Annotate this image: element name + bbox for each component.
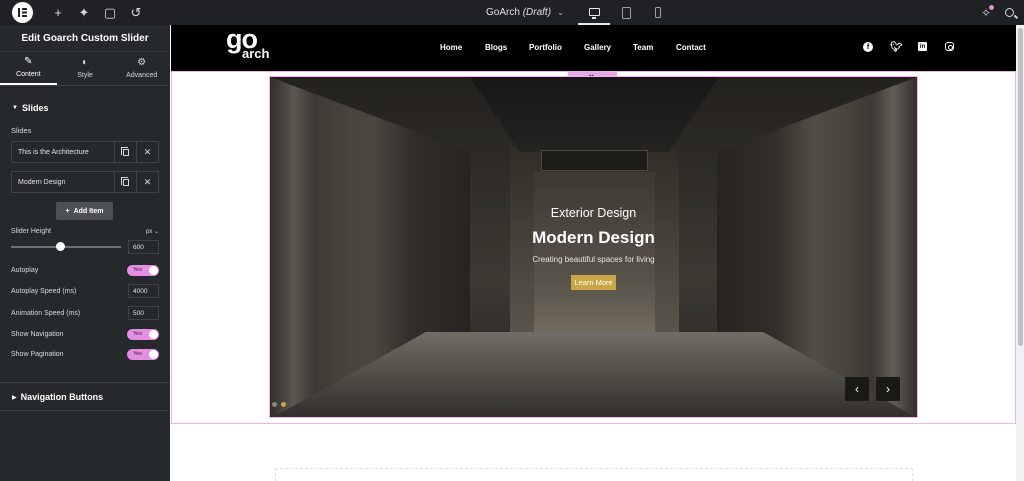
repeater-item[interactable]: This is the Architecture ✕ bbox=[11, 141, 159, 163]
slider-prev-button[interactable]: ‹ bbox=[845, 377, 869, 401]
chevron-right-icon: › bbox=[886, 382, 890, 396]
show-pagination-toggle[interactable]: Yes bbox=[127, 348, 159, 360]
repeater-item[interactable]: Modern Design ✕ bbox=[11, 171, 159, 193]
next-section-placeholder bbox=[275, 468, 913, 481]
responsive-mode-switcher bbox=[578, 0, 674, 25]
remove-button[interactable]: ✕ bbox=[136, 172, 158, 192]
autoplay-toggle[interactable]: Yes bbox=[127, 264, 159, 276]
animation-speed-input[interactable]: 500 bbox=[128, 306, 159, 320]
autoplay-label: Autoplay bbox=[11, 266, 39, 274]
tab-content-label: Content bbox=[16, 71, 41, 78]
section-slides-toggle[interactable]: ▼ Slides bbox=[0, 97, 48, 119]
animation-speed-label: Animation Speed (ms) bbox=[11, 309, 81, 317]
show-navigation-label: Show Navigation bbox=[11, 330, 64, 338]
nav-contact[interactable]: Contact bbox=[676, 43, 706, 52]
tab-content[interactable]: ✎ Content bbox=[0, 52, 57, 85]
slider-height-handle[interactable] bbox=[56, 242, 65, 251]
facebook-icon[interactable]: f bbox=[863, 42, 873, 52]
close-icon: ✕ bbox=[143, 176, 152, 187]
gear-icon: ⚙ bbox=[137, 57, 147, 68]
learn-more-button[interactable]: Learn More bbox=[571, 275, 616, 290]
nav-home[interactable]: Home bbox=[440, 43, 462, 52]
nav-blogs[interactable]: Blogs bbox=[485, 43, 507, 52]
show-navigation-toggle[interactable]: Yes bbox=[127, 328, 159, 340]
pagination-dot[interactable] bbox=[272, 402, 277, 407]
section-divider bbox=[0, 382, 170, 383]
nav-portfolio[interactable]: Portfolio bbox=[529, 43, 562, 52]
section-navigation-buttons-toggle[interactable]: ▶ Navigation Buttons bbox=[0, 386, 103, 408]
mobile-view-button[interactable] bbox=[642, 0, 674, 25]
mobile-icon bbox=[655, 7, 661, 18]
desktop-view-button[interactable] bbox=[578, 0, 610, 25]
slider-height-input[interactable]: 600 bbox=[128, 240, 159, 254]
desktop-icon bbox=[588, 7, 600, 19]
section-divider bbox=[0, 410, 170, 411]
tablet-view-button[interactable] bbox=[610, 0, 642, 25]
duplicate-button[interactable] bbox=[114, 172, 136, 192]
pagination-dot-active[interactable] bbox=[281, 402, 286, 407]
units-selector[interactable]: px ⌄ bbox=[146, 228, 159, 235]
close-icon: ✕ bbox=[143, 146, 152, 157]
instagram-icon[interactable] bbox=[945, 42, 954, 51]
pencil-icon: ✎ bbox=[24, 56, 33, 67]
panel-title: Edit Goarch Custom Slider bbox=[0, 25, 170, 52]
document-switcher[interactable]: GoArch (Draft) ⌄ bbox=[486, 0, 564, 25]
site-logo[interactable]: go arch bbox=[226, 26, 269, 62]
document-name: GoArch bbox=[486, 7, 520, 18]
add-item-label: Add Item bbox=[73, 207, 104, 215]
caret-right-icon: ▶ bbox=[12, 394, 17, 401]
slider-next-button[interactable]: › bbox=[876, 377, 900, 401]
notifications-icon[interactable]: ✧ bbox=[981, 4, 995, 20]
add-element-icon[interactable]: + bbox=[45, 0, 71, 25]
repeater-item-title: This is the Architecture bbox=[18, 148, 89, 156]
tab-style[interactable]: ◐ Style bbox=[57, 52, 114, 85]
ai-sparkle-icon[interactable]: ✦ bbox=[71, 0, 97, 25]
twitter-icon[interactable]: 🐦︎ bbox=[890, 42, 903, 53]
slider-height-track[interactable] bbox=[11, 246, 121, 248]
elementor-logo-button[interactable] bbox=[12, 2, 33, 23]
slides-field-label: Slides bbox=[11, 126, 32, 135]
nav-team[interactable]: Team bbox=[633, 43, 653, 52]
tab-advanced[interactable]: ⚙ Advanced bbox=[113, 52, 170, 85]
editor-top-bar: + ✦ ▢ ↺ GoArch (Draft) ⌄ ✧ bbox=[0, 0, 1024, 25]
tab-style-label: Style bbox=[77, 72, 93, 79]
slide-title: Modern Design bbox=[532, 228, 655, 247]
toggle-yes: Yes bbox=[133, 331, 142, 337]
search-icon[interactable] bbox=[1005, 8, 1014, 17]
document-state: (Draft) bbox=[522, 7, 552, 18]
slider-height-label: Slider Height bbox=[11, 228, 52, 235]
canvas-scrollbar-thumb[interactable] bbox=[1018, 28, 1023, 346]
section-slides-label: Slides bbox=[21, 103, 49, 113]
section-navigation-buttons-label: Navigation Buttons bbox=[20, 392, 104, 402]
chevron-left-icon: ‹ bbox=[855, 382, 859, 396]
half-circle-icon: ◐ bbox=[81, 57, 89, 68]
repeater-item-title: Modern Design bbox=[18, 178, 66, 186]
chevron-down-icon: ⌄ bbox=[557, 8, 564, 17]
caret-down-icon: ▼ bbox=[12, 105, 18, 111]
autoplay-speed-input[interactable]: 4000 bbox=[128, 284, 159, 298]
copy-icon bbox=[120, 176, 129, 186]
slide-description: Creating beautiful spaces for living bbox=[532, 255, 655, 264]
editor-panel: Edit Goarch Custom Slider ✎ Content ◐ St… bbox=[0, 25, 170, 481]
show-pagination-label: Show Pagination bbox=[11, 350, 64, 358]
slide-subtitle: Exterior Design bbox=[550, 206, 637, 220]
page-settings-icon[interactable]: ▢ bbox=[97, 0, 123, 25]
plus-icon: + bbox=[65, 207, 70, 215]
copy-icon bbox=[120, 146, 129, 156]
history-icon[interactable]: ↺ bbox=[123, 0, 149, 25]
toggle-yes: Yes bbox=[133, 267, 142, 273]
linkedin-icon[interactable]: in bbox=[918, 42, 927, 51]
add-item-button[interactable]: + Add Item bbox=[56, 202, 113, 220]
logo-arch: arch bbox=[242, 46, 270, 61]
autoplay-speed-label: Autoplay Speed (ms) bbox=[11, 287, 77, 295]
toggle-yes: Yes bbox=[133, 351, 142, 357]
tab-advanced-label: Advanced bbox=[126, 72, 158, 79]
remove-button[interactable]: ✕ bbox=[136, 142, 158, 162]
tablet-icon bbox=[621, 6, 631, 19]
nav-gallery[interactable]: Gallery bbox=[584, 43, 611, 52]
panel-tabs: ✎ Content ◐ Style ⚙ Advanced bbox=[0, 52, 170, 86]
unit-value: px bbox=[145, 229, 153, 235]
duplicate-button[interactable] bbox=[114, 142, 136, 162]
